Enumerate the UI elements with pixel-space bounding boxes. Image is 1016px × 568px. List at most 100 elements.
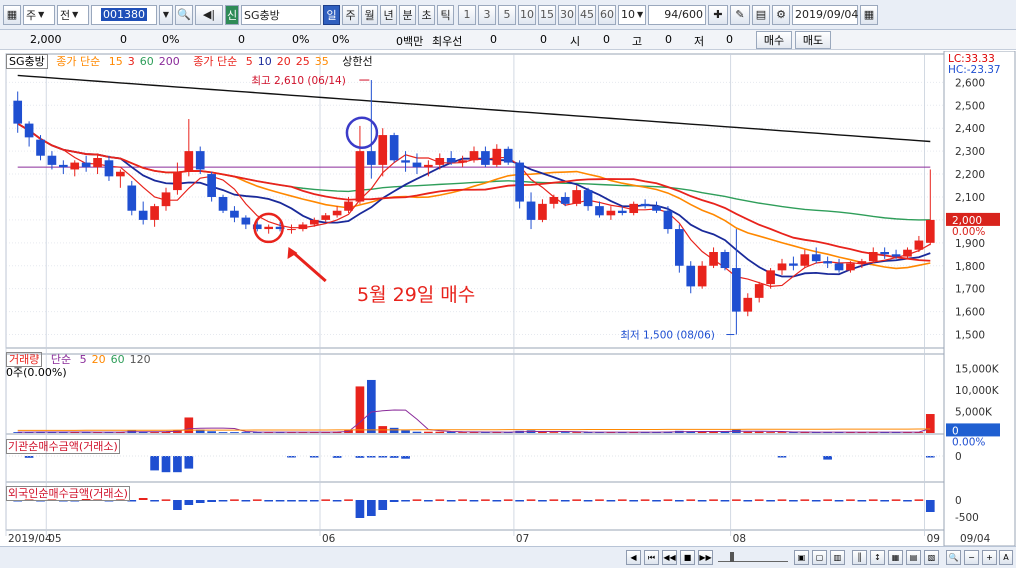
chart-type-select[interactable]: 주 ▼ [23, 4, 55, 25]
foreign-bar[interactable] [777, 499, 787, 501]
zoom-slider[interactable] [718, 552, 788, 562]
candle-body[interactable] [800, 254, 810, 266]
foreign-bar[interactable] [903, 500, 912, 502]
foreign-bar[interactable] [549, 499, 559, 501]
interval-button-15[interactable]: 15 [538, 4, 556, 25]
candle-body[interactable] [754, 284, 764, 298]
candle-body[interactable] [93, 158, 102, 168]
candle-body[interactable] [629, 203, 639, 214]
foreign-bar[interactable] [811, 500, 821, 502]
volume-bar[interactable] [424, 431, 433, 433]
candle-body[interactable] [538, 203, 547, 220]
foreign-bar[interactable] [412, 499, 422, 501]
foreign-bar[interactable] [275, 500, 285, 502]
institution-bar[interactable] [332, 456, 342, 458]
foreign-bar[interactable] [446, 500, 456, 502]
foreign-bar[interactable] [435, 499, 445, 501]
institution-bar[interactable] [355, 456, 365, 458]
candle-body[interactable] [173, 171, 182, 191]
candle-body[interactable] [481, 151, 490, 165]
candle-body[interactable] [298, 224, 308, 230]
date-input[interactable]: 2019/09/04 [792, 4, 858, 25]
candle-body[interactable] [823, 261, 832, 264]
candle-body[interactable] [13, 100, 23, 124]
candle-body[interactable] [674, 229, 684, 266]
candle-body[interactable] [138, 210, 148, 220]
gear-icon[interactable]: ⚙ [772, 4, 790, 25]
candle-body[interactable] [309, 219, 319, 225]
foreign-bar[interactable] [344, 499, 353, 501]
scroll-left-icon[interactable]: ◀ [626, 550, 641, 565]
layout-icon[interactable]: ▤ [906, 550, 921, 565]
interval-button-5[interactable]: 5 [498, 4, 516, 25]
foreign-bar[interactable] [823, 499, 832, 501]
candle-body[interactable] [732, 268, 741, 312]
candle-body[interactable] [720, 252, 730, 269]
candle-body[interactable] [903, 249, 912, 257]
foreign-bar[interactable] [846, 499, 855, 501]
foreign-bar[interactable] [595, 499, 604, 501]
foreign-bar[interactable] [743, 500, 753, 502]
volume-bar[interactable] [230, 432, 239, 433]
foreign-bar[interactable] [560, 500, 570, 502]
prev-page-icon[interactable]: ◀◀ [662, 550, 677, 565]
candle-body[interactable] [458, 160, 467, 163]
zoom-icon[interactable]: 🔍 [946, 550, 961, 565]
candle-body[interactable] [287, 229, 296, 231]
candle-body[interactable] [378, 135, 388, 165]
volume-bar[interactable] [549, 432, 559, 433]
candle-body[interactable] [857, 261, 867, 264]
period-tab-6[interactable]: 틱 [437, 4, 454, 25]
foreign-bar[interactable] [241, 500, 251, 502]
candle-body[interactable] [36, 139, 45, 156]
period-tab-4[interactable]: 분 [399, 4, 416, 25]
foreign-bar[interactable] [469, 500, 479, 502]
foreign-bar[interactable] [378, 500, 388, 510]
foreign-bar[interactable] [492, 500, 502, 502]
sell-button[interactable]: 매도 [795, 31, 831, 49]
zoom-slider-handle[interactable] [730, 552, 734, 562]
institution-bar[interactable] [184, 456, 194, 469]
institution-bar[interactable] [823, 456, 832, 460]
candle-body[interactable] [560, 196, 570, 204]
candle-body[interactable] [355, 151, 365, 202]
foreign-bar[interactable] [366, 500, 376, 516]
foreign-bar[interactable] [252, 499, 262, 501]
foreign-bar[interactable] [766, 500, 775, 502]
foreign-bar[interactable] [458, 499, 467, 501]
chart-bars-icon[interactable]: ║ [852, 550, 867, 565]
foreign-bar[interactable] [184, 500, 194, 505]
candle-body[interactable] [469, 151, 479, 161]
foreign-bar[interactable] [868, 499, 878, 501]
candle-body[interactable] [401, 160, 410, 163]
prev-select[interactable]: 전 ▼ [57, 4, 89, 25]
candle-body[interactable] [150, 206, 159, 220]
candle-body[interactable] [492, 148, 502, 165]
candle-body[interactable] [891, 254, 901, 257]
foreign-bar[interactable] [709, 499, 718, 501]
candle-body[interactable] [70, 162, 80, 170]
institution-bar[interactable] [777, 456, 787, 458]
candle-body[interactable] [572, 190, 582, 204]
text-size-icon[interactable]: A [999, 550, 1013, 565]
candle-body[interactable] [686, 265, 696, 287]
candle-body[interactable] [925, 219, 935, 243]
foreign-bar[interactable] [503, 499, 513, 501]
foreign-bar[interactable] [389, 500, 399, 502]
institution-bar[interactable] [24, 456, 34, 458]
candle-body[interactable] [389, 135, 399, 161]
candle-body[interactable] [161, 192, 171, 207]
candle-body[interactable] [424, 164, 433, 168]
foreign-bar[interactable] [857, 500, 867, 502]
foreign-bar[interactable] [150, 500, 159, 502]
candle-body[interactable] [344, 201, 353, 211]
foreign-bar[interactable] [834, 500, 844, 502]
foreign-bar[interactable] [309, 500, 319, 502]
speaker-icon[interactable]: ◀| [195, 4, 223, 25]
foreign-bar[interactable] [652, 500, 661, 502]
candle-body[interactable] [549, 196, 559, 204]
volume-bar[interactable] [150, 432, 159, 433]
crosshair-icon[interactable]: ✚ [708, 4, 728, 25]
foreign-bar[interactable] [925, 500, 935, 512]
candle-body[interactable] [446, 158, 456, 163]
